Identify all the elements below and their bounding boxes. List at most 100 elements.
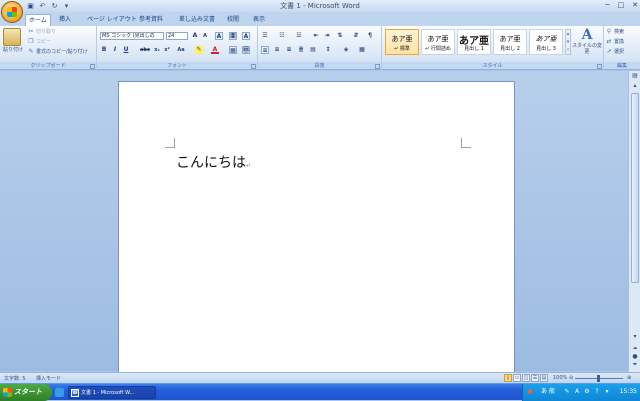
font-color-icon[interactable]: A — [211, 46, 219, 54]
shrink-font-button[interactable]: A — [201, 32, 209, 40]
tab-references[interactable]: 参考資料 — [136, 14, 166, 26]
copy-button[interactable]: ❐ コピー — [28, 38, 51, 45]
clipboard-launcher-icon[interactable] — [90, 64, 95, 69]
scroll-up-icon[interactable]: ▴ — [631, 82, 639, 90]
outline-view-icon[interactable]: ☰ — [531, 374, 539, 382]
font-name-combo[interactable]: MS ゴシック (見出しの — [100, 32, 164, 40]
style-heading-1[interactable]: あア亜 見出し 1 — [457, 29, 491, 55]
style-heading-3[interactable]: あア亜 見出し 3 — [529, 29, 563, 55]
paragraph-shading-icon[interactable]: ◈ — [342, 46, 350, 54]
enclose-char-icon[interactable]: ㊥ — [242, 46, 250, 54]
tab-insert[interactable]: 挿入 — [56, 14, 74, 26]
scroll-thumb[interactable] — [631, 93, 639, 283]
ruler-toggle-icon[interactable]: ▤ — [631, 72, 639, 80]
ime-tool-icon[interactable]: ⚙ — [583, 388, 591, 396]
clock[interactable]: 15:35 — [620, 388, 637, 395]
shading-icon[interactable]: ▦ — [229, 46, 237, 54]
justify-icon[interactable]: ≣ — [297, 46, 305, 54]
format-painter-button[interactable]: ✎ 書式のコピー/貼り付け — [28, 48, 87, 55]
align-right-icon[interactable]: ≡ — [285, 46, 293, 54]
status-bar: 文字数: 5 挿入モード ▯ ▭ ◫ ☰ ▤ 100% ⊖ ⊕ — [0, 372, 640, 383]
tab-page-layout[interactable]: ページ レイアウト — [84, 14, 140, 26]
find-button[interactable]: ⚲ 検索 — [606, 28, 624, 35]
increase-indent-icon[interactable]: ⇥ — [323, 32, 331, 40]
web-layout-view-icon[interactable]: ◫ — [522, 374, 530, 382]
underline-button[interactable]: U — [122, 46, 130, 54]
numbering-icon[interactable]: ☷ — [278, 32, 286, 40]
style-heading-2[interactable]: あア亜 見出し 2 — [493, 29, 527, 55]
grow-font-button[interactable]: A — [191, 32, 199, 40]
align-center-icon[interactable]: ≡ — [273, 46, 281, 54]
start-button[interactable]: スタート — [0, 384, 52, 401]
style-no-spacing[interactable]: あア亜 ↵ 行間詰め — [421, 29, 455, 55]
text-direction-icon[interactable]: ⇅ — [336, 32, 344, 40]
change-styles-button[interactable]: A スタイルの変更 — [572, 27, 602, 55]
ime-pad-icon[interactable]: ✎ — [563, 388, 571, 396]
close-button[interactable]: ✕ — [632, 1, 638, 9]
highlight-icon[interactable]: ✎ — [195, 46, 203, 54]
zoom-slider-thumb[interactable] — [597, 375, 600, 382]
clear-format-button[interactable]: A — [215, 32, 223, 40]
replace-button[interactable]: ⇄ 置換 — [606, 38, 624, 45]
binoculars-icon: ⚲ — [606, 27, 612, 35]
zoom-in-icon[interactable]: ⊕ — [627, 375, 631, 381]
word-count[interactable]: 文字数: 5 — [4, 375, 25, 382]
cut-button[interactable]: ✂ 切り取り — [28, 28, 56, 35]
paragraph-launcher-icon[interactable] — [375, 64, 380, 69]
maximize-button[interactable]: □ — [618, 1, 625, 9]
paste-icon[interactable] — [3, 28, 21, 46]
bold-button[interactable]: B — [100, 46, 108, 54]
style-normal[interactable]: あア亜 ↵ 標準 — [385, 29, 419, 55]
styles-gallery-scroll[interactable]: ▴ ▾ ▿ — [565, 29, 571, 55]
styles-launcher-icon[interactable] — [597, 64, 602, 69]
borders-icon[interactable]: ▦ — [358, 46, 366, 54]
minimize-button[interactable]: ─ — [605, 1, 609, 9]
tab-home[interactable]: ホーム — [25, 14, 51, 26]
bullets-icon[interactable]: ☰ — [261, 32, 269, 40]
line-spacing-icon[interactable]: ↕ — [324, 46, 332, 54]
ime-help-icon[interactable]: ? — [593, 388, 601, 396]
print-layout-view-icon[interactable]: ▯ — [504, 374, 512, 382]
ime-kana-icon[interactable]: A — [573, 388, 581, 396]
document-body-text[interactable]: こんにちは↵ — [176, 152, 251, 172]
zoom-level[interactable]: 100% — [553, 375, 567, 381]
decrease-indent-icon[interactable]: ⇤ — [312, 32, 320, 40]
office-button[interactable] — [1, 1, 23, 23]
show-marks-icon[interactable]: ¶ — [366, 32, 374, 40]
font-size-combo[interactable]: 24 — [166, 32, 188, 40]
superscript-button[interactable]: x² — [163, 46, 171, 54]
taskbar-word-item[interactable]: W 文書 1 - Microsoft W... — [68, 386, 156, 399]
subscript-button[interactable]: x₂ — [153, 46, 161, 54]
char-border-button[interactable]: A — [242, 32, 250, 40]
vertical-scrollbar[interactable]: ▤ ▴ ▾ ⏶ ● ⏷ — [628, 71, 640, 372]
select-button[interactable]: ➚ 選択 — [606, 48, 624, 55]
align-left-icon[interactable]: ≡ — [261, 46, 269, 54]
draft-view-icon[interactable]: ▤ — [540, 374, 548, 382]
quicklaunch-icon[interactable] — [55, 388, 64, 397]
ime-menu-icon[interactable]: ▾ — [603, 388, 611, 396]
document-page[interactable]: こんにちは↵ — [118, 81, 515, 381]
font-group-label: フォント — [97, 62, 257, 69]
next-page-icon[interactable]: ⏷ — [631, 361, 639, 369]
tab-mailings[interactable]: 差し込み文書 — [176, 14, 218, 26]
insert-mode[interactable]: 挿入モード — [36, 375, 61, 382]
tab-view[interactable]: 表示 — [250, 14, 268, 26]
distribute-icon[interactable]: ▤ — [309, 46, 317, 54]
scroll-down-icon[interactable]: ▾ — [631, 333, 639, 341]
strikethrough-button[interactable]: abc — [139, 46, 151, 54]
zoom-out-icon[interactable]: ⊖ — [569, 375, 573, 381]
multilevel-list-icon[interactable]: ☱ — [295, 32, 303, 40]
ime-icon[interactable]: ● — [526, 388, 534, 396]
ime-mode[interactable]: あ 般 — [537, 388, 559, 396]
italic-button[interactable]: I — [111, 46, 119, 54]
browse-object-icon[interactable]: ● — [631, 353, 639, 361]
full-screen-view-icon[interactable]: ▭ — [513, 374, 521, 382]
font-launcher-icon[interactable] — [251, 64, 256, 69]
sort-icon[interactable]: ⇵ — [352, 32, 360, 40]
clipboard-group: 貼り付け ✂ 切り取り ❐ コピー ✎ 書式のコピー/貼り付け クリップボード — [0, 26, 97, 70]
paste-button[interactable]: 貼り付け — [1, 46, 25, 53]
tab-review[interactable]: 校閲 — [224, 14, 242, 26]
phonetic-guide-button[interactable]: 亜 — [229, 32, 237, 40]
previous-page-icon[interactable]: ⏶ — [631, 345, 639, 353]
change-case-button[interactable]: Aa — [175, 46, 187, 54]
